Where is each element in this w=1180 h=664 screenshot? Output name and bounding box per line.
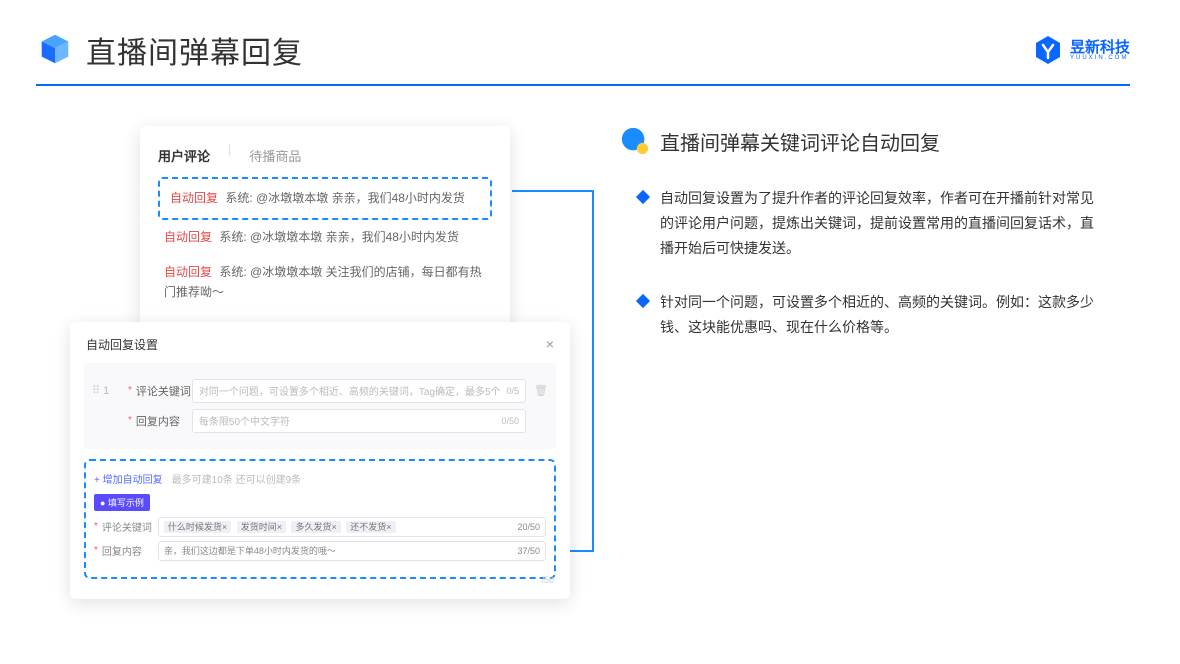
required-star: *: [128, 385, 132, 396]
comment-text: @冰墩墩本墩 亲亲，我们48小时内发货: [256, 191, 465, 205]
brand-name: 昱新科技: [1070, 40, 1130, 55]
comments-card: 用户评论 | 待播商品 自动回复 系统: @冰墩墩本墩 亲亲，我们48小时内发货…: [140, 126, 510, 330]
example-content-count: 37/50: [517, 546, 540, 556]
tab-user-comments[interactable]: 用户评论: [158, 142, 210, 169]
bullet-item: 自动回复设置为了提升作者的评论回复效率，作者可在开播前针对常见的评论用户问题，提…: [620, 186, 1130, 262]
settings-card: 自动回复设置 × ⠿ 1 * 评论关键词 对同一个问题，可设置多个相近、高频的关…: [70, 322, 570, 599]
comment-row: 自动回复 系统: @冰墩墩本墩 亲亲，我们48小时内发货: [158, 220, 492, 255]
example-block: + 增加自动回复 最多可建10条 还可以创建9条 ● 填写示例 * 评论关键词 …: [84, 459, 556, 579]
connector-line: [592, 190, 594, 552]
required-star: *: [94, 521, 98, 532]
connector-line: [512, 190, 592, 192]
tab-pending-products[interactable]: 待播商品: [249, 142, 301, 169]
content-input[interactable]: 每条限50个中文字符 0/50: [192, 409, 526, 433]
bullet-item: 针对同一个问题，可设置多个相近的、高频的关键词。例如：这款多少钱、这块能优惠吗、…: [620, 290, 1130, 340]
comment-text: @冰墩墩本墩 亲亲，我们48小时内发货: [250, 230, 459, 244]
comment-row: 自动回复 系统: @冰墩墩本墩 关注我们的店铺，每日都有热门推荐呦～: [158, 255, 492, 309]
comment-row: 自动回复 系统: @冰墩墩本墩 亲亲，我们48小时内发货: [164, 181, 486, 216]
example-content-input[interactable]: 亲，我们这边都是下单48小时内发货的哦～ 37/50: [158, 541, 546, 561]
delete-icon[interactable]: 🗑: [534, 384, 548, 397]
example-tags: 什么时候发货× 发货时间× 多久发货× 还不发货×: [164, 520, 399, 533]
auto-reply-tag: 自动回复: [164, 265, 212, 279]
header-left: 直播间弹幕回复: [36, 28, 303, 72]
comment-prefix: 系统:: [225, 191, 252, 205]
auto-reply-tag: 自动回复: [164, 230, 212, 244]
example-tag: 什么时候发货×: [164, 521, 231, 533]
faded-count: /50: [541, 575, 554, 585]
bullet-text: 针对同一个问题，可设置多个相近的、高频的关键词。例如：这款多少钱、这块能优惠吗、…: [660, 290, 1100, 340]
modal-title: 自动回复设置: [86, 336, 158, 353]
bullet-icon: [636, 293, 650, 307]
bullet-icon: [636, 190, 650, 204]
keyword-placeholder: 对同一个问题，可设置多个相近、高频的关键词，Tag确定，最多5个: [199, 383, 501, 398]
content-count: 0/50: [501, 416, 519, 426]
setting-block: ⠿ 1 * 评论关键词 对同一个问题，可设置多个相近、高频的关键词，Tag确定，…: [84, 363, 556, 449]
content-placeholder: 每条限50个中文字符: [199, 413, 290, 428]
auto-reply-tag: 自动回复: [170, 191, 218, 205]
tab-divider: |: [228, 142, 231, 169]
brand: 昱新科技 YUUXIN.COM: [1032, 34, 1130, 66]
add-auto-reply-link[interactable]: + 增加自动回复: [94, 475, 163, 486]
example-badge: ● 填写示例: [94, 494, 150, 511]
close-icon[interactable]: ×: [546, 336, 554, 352]
brand-logo-icon: [1032, 34, 1064, 66]
content-area: 用户评论 | 待播商品 自动回复 系统: @冰墩墩本墩 亲亲，我们48小时内发货…: [0, 86, 1180, 599]
example-keyword-input[interactable]: 什么时候发货× 发货时间× 多久发货× 还不发货× 20/50: [158, 517, 546, 537]
tabs: 用户评论 | 待播商品: [158, 142, 492, 169]
example-content-value: 亲，我们这边都是下单48小时内发货的哦～: [164, 544, 336, 557]
index-number: 1: [103, 385, 109, 397]
comment-prefix: 系统:: [219, 230, 246, 244]
keyword-count: 0/5: [506, 386, 519, 396]
drag-icon[interactable]: ⠿: [92, 384, 100, 397]
example-content: * 评论关键词 什么时候发货× 发货时间× 多久发货× 还不发货× 20/50: [94, 517, 546, 561]
keyword-row: ⠿ 1 * 评论关键词 对同一个问题，可设置多个相近、高频的关键词，Tag确定，…: [92, 379, 548, 403]
required-star: *: [128, 415, 132, 426]
heading-row: 直播间弹幕关键词评论自动回复: [620, 126, 1130, 156]
page-header: 直播间弹幕回复 昱新科技 YUUXIN.COM: [0, 0, 1180, 84]
chat-bubble-icon: [620, 126, 650, 156]
comment-prefix: 系统:: [219, 265, 246, 279]
example-keyword-row: * 评论关键词 什么时候发货× 发货时间× 多久发货× 还不发货× 20/50: [94, 517, 546, 537]
modal-header: 自动回复设置 ×: [84, 332, 556, 363]
keyword-input[interactable]: 对同一个问题，可设置多个相近、高频的关键词，Tag确定，最多5个 0/5: [192, 379, 526, 403]
example-content-label: 回复内容: [102, 543, 158, 558]
left-column: 用户评论 | 待播商品 自动回复 系统: @冰墩墩本墩 亲亲，我们48小时内发货…: [70, 126, 590, 599]
content-label: 回复内容: [136, 413, 192, 429]
page-title: 直播间弹幕回复: [86, 28, 303, 72]
example-keyword-label: 评论关键词: [102, 519, 158, 534]
brand-text-block: 昱新科技 YUUXIN.COM: [1070, 40, 1130, 61]
example-tag: 多久发货×: [291, 521, 340, 533]
index-box: ⠿ 1: [92, 384, 128, 397]
add-row: + 增加自动回复 最多可建10条 还可以创建9条: [94, 471, 546, 486]
right-column: 直播间弹幕关键词评论自动回复 自动回复设置为了提升作者的评论回复效率，作者可在开…: [590, 126, 1130, 599]
cube-icon: [36, 31, 74, 69]
example-tag: 还不发货×: [346, 521, 395, 533]
example-kw-count: 20/50: [517, 522, 540, 532]
example-tag: 发货时间×: [237, 521, 286, 533]
brand-subtitle: YUUXIN.COM: [1070, 55, 1130, 61]
bullet-text: 自动回复设置为了提升作者的评论回复效率，作者可在开播前针对常见的评论用户问题，提…: [660, 186, 1100, 262]
add-hint: 最多可建10条 还可以创建9条: [172, 475, 301, 486]
required-star: *: [94, 545, 98, 556]
section-heading: 直播间弹幕关键词评论自动回复: [660, 127, 940, 156]
keyword-label: 评论关键词: [136, 383, 192, 399]
example-content-row: * 回复内容 亲，我们这边都是下单48小时内发货的哦～ 37/50: [94, 541, 546, 561]
content-row: * 回复内容 每条限50个中文字符 0/50: [92, 409, 548, 433]
highlighted-comment: 自动回复 系统: @冰墩墩本墩 亲亲，我们48小时内发货: [158, 177, 492, 220]
